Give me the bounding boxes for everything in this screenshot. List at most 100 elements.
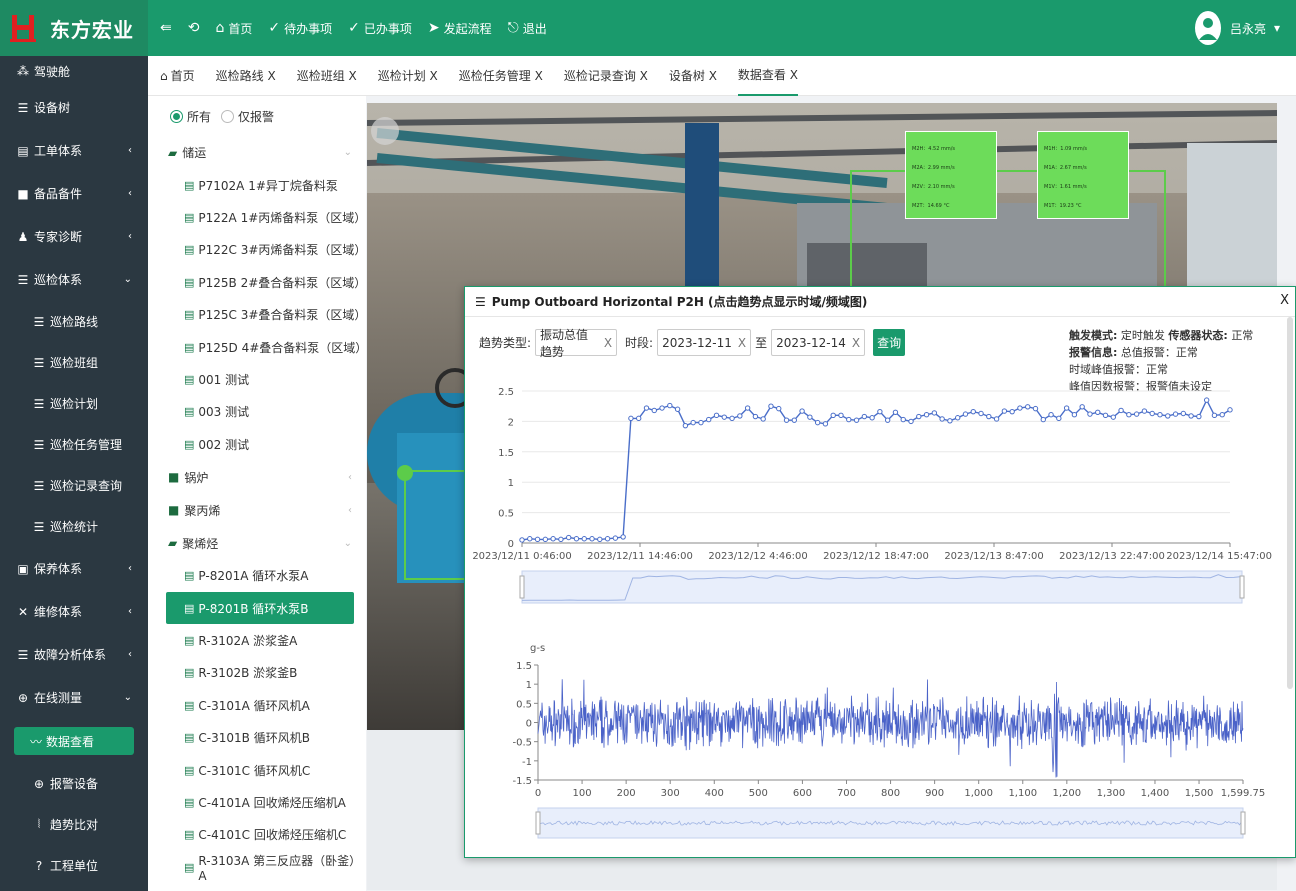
period-label: 时段: bbox=[625, 336, 654, 350]
chevron-left-icon: ‹ bbox=[348, 504, 352, 516]
tab-inspection-route[interactable]: 巡检路线 X bbox=[216, 56, 276, 96]
tree-leaf[interactable]: ▤ P125C 3#叠合备料泵（区域） bbox=[148, 299, 366, 331]
y-axis-label: g-s bbox=[530, 643, 545, 654]
tree-leaf[interactable]: ▤ P122C 3#丙烯备料泵（区域） bbox=[148, 234, 366, 266]
nav-home[interactable]: ⌂ 首页 bbox=[215, 20, 252, 37]
date-to-input[interactable]: 2023-12-14 X bbox=[771, 329, 866, 356]
tree-leaf-selected[interactable]: ▤ P-8201B 循环水泵B bbox=[166, 591, 354, 625]
sidebar-item-online-measure[interactable]: ⊕ 在线测量 ⌄ bbox=[0, 676, 148, 719]
sidebar-item-cockpit[interactable]: ⁂ 驾驶舱 bbox=[0, 56, 148, 86]
sidebar-item-alarm-device[interactable]: ⊕ 报警设备 bbox=[0, 763, 148, 804]
tree-leaf[interactable]: ▤ C-3101C 循环风机C bbox=[148, 754, 366, 786]
sidebar-item-fault-analysis[interactable]: ☰ 故障分析体系 ‹ bbox=[0, 633, 148, 676]
sidebar-item-workorder[interactable]: ▤ 工单体系 ‹ bbox=[0, 129, 148, 172]
tree-group-storage[interactable]: ▰ 储运 ⌄ bbox=[148, 136, 366, 169]
nav-start-flow-label: 发起流程 bbox=[443, 21, 492, 36]
sidebar-item-label: 巡检体系 bbox=[34, 273, 83, 287]
sensor-card-m2[interactable]: M2H：4.52 mm/s M2A：2.99 mm/s M2V：2.10 mm/… bbox=[905, 131, 997, 219]
sidebar-item-inspection-plan[interactable]: ☰ 巡检计划 bbox=[0, 383, 148, 424]
date-from-input[interactable]: 2023-12-11 X bbox=[657, 329, 752, 356]
tree-leaf[interactable]: ▤ P-8201A 循环水泵A bbox=[148, 560, 366, 592]
tree-leaf[interactable]: ▤ P122A 1#丙烯备料泵（区域） bbox=[148, 201, 366, 233]
sidebar-item-label: 维修体系 bbox=[34, 605, 83, 619]
trend-chart[interactable]: 0 0.5 1 1.5 2 2.5 2023/12/11 0:46:00 2023/12/11… bbox=[465, 377, 1285, 607]
filter-alarm-radio[interactable]: 仅报警 bbox=[221, 108, 274, 125]
chevron-left-icon: ‹ bbox=[128, 606, 132, 617]
trend-point bbox=[752, 413, 759, 420]
sidebar-item-inspection-route[interactable]: ☰ 巡检路线 bbox=[0, 301, 148, 342]
trend-point bbox=[1157, 412, 1163, 418]
refresh-button[interactable]: ⟲ bbox=[188, 20, 200, 36]
radio-label: 仅报警 bbox=[238, 109, 275, 124]
send-icon: ➤ bbox=[427, 20, 440, 36]
trend-point bbox=[519, 537, 525, 543]
sidebar-item-inspection-record[interactable]: ☰ 巡检记录查询 bbox=[0, 465, 148, 506]
nav-done[interactable]: ✓ 已办事项 bbox=[348, 20, 412, 37]
tree-leaf[interactable]: ▤ 001 测试 bbox=[148, 363, 366, 395]
filter-all-radio[interactable]: 所有 bbox=[170, 108, 211, 125]
tab-device-tree[interactable]: 设备树 X bbox=[669, 56, 717, 96]
x-tick-label: 1,200 bbox=[1053, 788, 1082, 799]
tree-group-polypropylene[interactable]: ■ 聚丙烯 ‹ bbox=[148, 494, 366, 527]
nav-start-flow[interactable]: ➤ 发起流程 bbox=[428, 20, 492, 37]
nav-todo[interactable]: ✓ 待办事项 bbox=[268, 20, 332, 37]
clear-icon[interactable]: X bbox=[738, 336, 746, 350]
nav-done-label: 已办事项 bbox=[363, 21, 412, 36]
sidebar-item-inspection-stats[interactable]: ☰ 巡检统计 bbox=[0, 506, 148, 547]
brand[interactable]: 东方宏业 bbox=[0, 0, 148, 56]
tree-leaf[interactable]: ▤ R-3102A 淤浆釜A bbox=[148, 624, 366, 656]
clear-icon[interactable]: X bbox=[604, 336, 612, 350]
sidebar-item-device-tree[interactable]: ☰ 设备树 bbox=[0, 86, 148, 129]
chevron-down-icon: ⌄ bbox=[123, 274, 132, 285]
tab-inspection-plan[interactable]: 巡检计划 X bbox=[378, 56, 438, 96]
dialog-scrollbar[interactable] bbox=[1287, 317, 1293, 689]
tab-inspection-record[interactable]: 巡检记录查询 X bbox=[564, 56, 648, 96]
sidebar-item-spare-parts[interactable]: ■ 备品备件 ‹ bbox=[0, 172, 148, 215]
globe-icon: ⊕ bbox=[33, 776, 45, 791]
tree-group-polyolefin[interactable]: ▰ 聚烯烃 ⌄ bbox=[148, 527, 366, 560]
trend-type-select[interactable]: 振动总值趋势 X bbox=[535, 328, 618, 359]
user-menu[interactable]: 吕永亮 ▾ bbox=[1194, 10, 1280, 46]
tree-leaf[interactable]: ▤ C-4101C 回收烯烃压缩机C bbox=[148, 819, 366, 851]
tab-home[interactable]: ⌂ 首页 bbox=[160, 56, 195, 96]
trend-point bbox=[1009, 408, 1015, 415]
tab-data-view[interactable]: 数据查看 X bbox=[737, 56, 798, 96]
tab-inspection-task[interactable]: 巡检任务管理 X bbox=[459, 56, 543, 96]
tree-label: P122C 3#丙烯备料泵（区域） bbox=[198, 243, 366, 258]
sidebar-item-data-view[interactable]: 〰数据查看 bbox=[0, 719, 148, 763]
sidebar-item-inspection-task[interactable]: ☰ 巡检任务管理 bbox=[0, 424, 148, 465]
query-button[interactable]: 查询 bbox=[873, 329, 906, 356]
sidebar-item-trend-compare[interactable]: ⦚ 趋势比对 bbox=[0, 804, 148, 845]
sidebar-item-inspection-team[interactable]: ☰ 巡检班组 bbox=[0, 342, 148, 383]
sidebar-item-eng-unit[interactable]: ? 工程单位 bbox=[0, 845, 148, 886]
y-tick-label: -1 bbox=[522, 757, 532, 768]
clear-icon[interactable]: X bbox=[852, 336, 860, 350]
trend-point bbox=[768, 403, 774, 409]
sidebar-item-label: 巡检任务管理 bbox=[50, 438, 123, 452]
trend-point bbox=[690, 419, 696, 426]
tree-leaf[interactable]: ▤ P125D 4#叠合备料泵（区域） bbox=[148, 331, 366, 363]
nav-logout[interactable]: ⎋ 退出 bbox=[508, 20, 547, 37]
sidebar-item-maintenance[interactable]: ▣ 保养体系 ‹ bbox=[0, 547, 148, 590]
sensor-card-m1[interactable]: M1H：1.09 mm/s M1A：2.67 mm/s M1V：1.61 mm/… bbox=[1037, 131, 1129, 219]
tree-group-boiler[interactable]: ■ 锅炉 ‹ bbox=[148, 461, 366, 494]
collapse-menu-button[interactable]: ⇚ bbox=[160, 20, 172, 36]
sidebar-item-expert[interactable]: ♟ 专家诊断 ‹ bbox=[0, 215, 148, 258]
tree-leaf[interactable]: ▤ C-3101B 循环风机B bbox=[148, 721, 366, 753]
tree-leaf[interactable]: ▤ R-3102B 淤浆釜B bbox=[148, 657, 366, 689]
tree-leaf[interactable]: ▤ P7102A 1#异丁烷备料泵 bbox=[148, 169, 366, 201]
tab-label: 巡检记录查询 X bbox=[563, 69, 648, 83]
close-button[interactable]: X bbox=[1280, 293, 1289, 308]
tab-inspection-team[interactable]: 巡检班组 X bbox=[297, 56, 357, 96]
tree-leaf[interactable]: ▤ C-3101A 循环风机A bbox=[148, 689, 366, 721]
trend-point bbox=[1079, 404, 1085, 410]
logout-icon: ⎋ bbox=[507, 20, 519, 36]
tree-leaf[interactable]: ▤ C-4101A 回收烯烃压缩机A bbox=[148, 786, 366, 818]
tree-leaf[interactable]: ▤ R-3103A 第三反应器（卧釜）A bbox=[148, 851, 366, 883]
tree-leaf[interactable]: ▤ 003 测试 bbox=[148, 396, 366, 428]
sidebar-item-repair[interactable]: ✕ 维修体系 ‹ bbox=[0, 590, 148, 633]
sidebar-item-inspection[interactable]: ☰ 巡检体系 ⌄ bbox=[0, 258, 148, 301]
tree-leaf[interactable]: ▤ P125B 2#叠合备料泵（区域） bbox=[148, 266, 366, 298]
waveform-chart[interactable]: g-s1.510.50-0.5-1-1.50 100 200 300 400 500 600… bbox=[465, 637, 1285, 852]
tree-leaf[interactable]: ▤ 002 测试 bbox=[148, 428, 366, 460]
